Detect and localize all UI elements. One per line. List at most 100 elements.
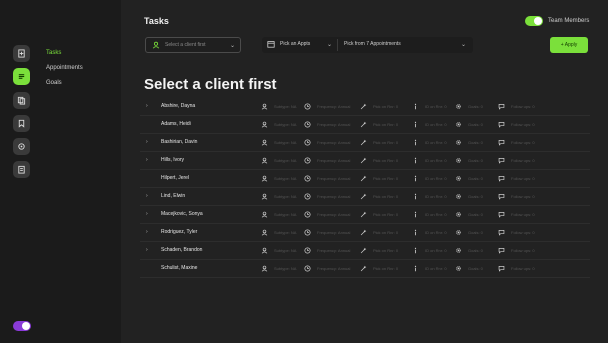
task-cell-gear[interactable]: Goals: 0 — [455, 228, 483, 237]
table-row[interactable]: › Hills, Ivory Subtype: NA Frequency: Annua… — [140, 152, 590, 170]
task-cell-clock[interactable]: Frequency: Annual — [304, 120, 350, 129]
task-cell-info[interactable]: ID on Rnr: 0 — [412, 120, 447, 129]
task-cell-clock[interactable]: Frequency: Annual — [304, 138, 350, 147]
rail-button-copy[interactable] — [13, 92, 30, 109]
theme-toggle[interactable] — [13, 321, 31, 331]
table-row[interactable]: Adams, Heidi Subtype: NA Frequency: Annual… — [140, 116, 590, 134]
task-cell-gear[interactable]: Goals: 0 — [455, 102, 483, 111]
rail-button-bookmark[interactable] — [13, 115, 30, 132]
task-cell-chat[interactable]: Follow ups: 0 — [498, 120, 535, 129]
rail-button-document-add[interactable] — [13, 45, 30, 62]
table-row[interactable]: › Bashirian, Davin Subtype: NA Frequency: A… — [140, 134, 590, 152]
task-cell-info[interactable]: ID on Rnr: 0 — [412, 102, 447, 111]
rail-button-settings[interactable] — [13, 138, 30, 155]
task-cell-clock[interactable]: Frequency: Annual — [304, 210, 350, 219]
task-cell-gear[interactable]: Goals: 0 — [455, 156, 483, 165]
expand-chevron-icon[interactable]: › — [146, 211, 148, 217]
table-row[interactable]: › Schaden, Brandon Subtype: NA Frequency: A… — [140, 242, 590, 260]
task-cell-chat[interactable]: Follow ups: 0 — [498, 102, 535, 111]
task-cell-clock[interactable]: Frequency: Annual — [304, 228, 350, 237]
expand-chevron-icon[interactable]: › — [146, 247, 148, 253]
client-name[interactable]: Schulist, Maxine — [161, 265, 197, 271]
task-cell-chat[interactable]: Follow ups: 0 — [498, 228, 535, 237]
task-cell-gear[interactable]: Goals: 0 — [455, 174, 483, 183]
task-cell-clock[interactable]: Frequency: Annual — [304, 192, 350, 201]
client-name[interactable]: Hilpert, Jerel — [161, 175, 189, 181]
task-cell-clock[interactable]: Frequency: Annual — [304, 174, 350, 183]
task-cell-magic[interactable]: Pick on Rnr: 0 — [360, 120, 398, 129]
expand-chevron-icon[interactable]: › — [146, 229, 148, 235]
client-name[interactable]: Adams, Heidi — [161, 121, 191, 127]
task-cell-info[interactable]: ID on Rnr: 0 — [412, 210, 447, 219]
table-row[interactable]: Schulist, Maxine Subtype: NA Frequency: An… — [140, 260, 590, 278]
task-cell-user[interactable]: Subtype: NA — [261, 174, 296, 183]
task-cell-magic[interactable]: Pick on Rnr: 0 — [360, 102, 398, 111]
client-name[interactable]: Hills, Ivory — [161, 157, 184, 163]
client-name[interactable]: Bashirian, Davin — [161, 139, 197, 145]
appointments-dropdown-label[interactable]: Pick from 7 Appointments — [344, 41, 401, 47]
table-row[interactable]: › Abshire, Dayna Subtype: NA Frequency: Ann… — [140, 98, 590, 116]
apply-button[interactable]: + Apply — [550, 37, 588, 53]
task-cell-clock[interactable]: Frequency: Annual — [304, 264, 350, 273]
task-cell-chat[interactable]: Follow ups: 0 — [498, 246, 535, 255]
task-cell-chat[interactable]: Follow ups: 0 — [498, 138, 535, 147]
expand-chevron-icon[interactable]: › — [146, 103, 148, 109]
appt-picker-label[interactable]: Pick an Appts — [280, 41, 310, 47]
expand-chevron-icon[interactable]: › — [146, 193, 148, 199]
chevron-down-icon[interactable]: ⌄ — [327, 41, 332, 48]
table-row[interactable]: › Macejkovic, Sonya Subtype: NA Frequency: … — [140, 206, 590, 224]
nav-item-appointments[interactable]: Appointments — [46, 65, 83, 71]
task-cell-magic[interactable]: Pick on Rnr: 0 — [360, 246, 398, 255]
task-cell-user[interactable]: Subtype: NA — [261, 120, 296, 129]
task-cell-user[interactable]: Subtype: NA — [261, 192, 296, 201]
task-cell-magic[interactable]: Pick on Rnr: 0 — [360, 156, 398, 165]
chevron-down-icon[interactable]: ⌄ — [461, 41, 466, 48]
task-cell-info[interactable]: ID on Rnr: 0 — [412, 246, 447, 255]
task-cell-magic[interactable]: Pick on Rnr: 0 — [360, 192, 398, 201]
task-cell-magic[interactable]: Pick on Rnr: 0 — [360, 264, 398, 273]
client-name[interactable]: Schaden, Brandon — [161, 247, 202, 253]
task-cell-user[interactable]: Subtype: NA — [261, 210, 296, 219]
table-row[interactable]: Hilpert, Jerel Subtype: NA Frequency: Annu… — [140, 170, 590, 188]
task-cell-info[interactable]: ID on Rnr: 0 — [412, 228, 447, 237]
task-cell-gear[interactable]: Goals: 0 — [455, 264, 483, 273]
task-cell-info[interactable]: ID on Rnr: 0 — [412, 174, 447, 183]
client-name[interactable]: Lind, Elwin — [161, 193, 185, 199]
client-select[interactable]: Select a client first ⌄ — [145, 37, 241, 53]
task-cell-clock[interactable]: Frequency: Annual — [304, 102, 350, 111]
task-cell-gear[interactable]: Goals: 0 — [455, 192, 483, 201]
task-cell-user[interactable]: Subtype: NA — [261, 156, 296, 165]
task-cell-info[interactable]: ID on Rnr: 0 — [412, 156, 447, 165]
task-cell-clock[interactable]: Frequency: Annual — [304, 156, 350, 165]
task-cell-info[interactable]: ID on Rnr: 0 — [412, 138, 447, 147]
rail-button-clipboard[interactable] — [13, 161, 30, 178]
task-cell-chat[interactable]: Follow ups: 0 — [498, 264, 535, 273]
task-cell-user[interactable]: Subtype: NA — [261, 138, 296, 147]
expand-chevron-icon[interactable]: › — [146, 139, 148, 145]
table-row[interactable]: › Rodriguez, Tyler Subtype: NA Frequency: A… — [140, 224, 590, 242]
task-cell-chat[interactable]: Follow ups: 0 — [498, 210, 535, 219]
client-name[interactable]: Rodriguez, Tyler — [161, 229, 197, 235]
task-cell-gear[interactable]: Goals: 0 — [455, 138, 483, 147]
client-name[interactable]: Abshire, Dayna — [161, 103, 195, 109]
nav-item-goals[interactable]: Goals — [46, 80, 62, 86]
task-cell-chat[interactable]: Follow ups: 0 — [498, 192, 535, 201]
rail-button-task-list[interactable] — [13, 68, 30, 85]
task-cell-magic[interactable]: Pick on Rnr: 0 — [360, 228, 398, 237]
task-cell-magic[interactable]: Pick on Rnr: 0 — [360, 210, 398, 219]
task-cell-gear[interactable]: Goals: 0 — [455, 210, 483, 219]
task-cell-magic[interactable]: Pick on Rnr: 0 — [360, 174, 398, 183]
nav-item-tasks[interactable]: Tasks — [46, 50, 61, 56]
task-cell-info[interactable]: ID on Rnr: 0 — [412, 264, 447, 273]
client-name[interactable]: Macejkovic, Sonya — [161, 211, 203, 217]
task-cell-chat[interactable]: Follow ups: 0 — [498, 156, 535, 165]
table-row[interactable]: › Lind, Elwin Subtype: NA Frequency: Annual… — [140, 188, 590, 206]
task-cell-user[interactable]: Subtype: NA — [261, 264, 296, 273]
task-cell-user[interactable]: Subtype: NA — [261, 102, 296, 111]
task-cell-user[interactable]: Subtype: NA — [261, 228, 296, 237]
expand-chevron-icon[interactable]: › — [146, 157, 148, 163]
task-cell-gear[interactable]: Goals: 0 — [455, 120, 483, 129]
task-cell-magic[interactable]: Pick on Rnr: 0 — [360, 138, 398, 147]
task-cell-info[interactable]: ID on Rnr: 0 — [412, 192, 447, 201]
task-cell-chat[interactable]: Follow ups: 0 — [498, 174, 535, 183]
